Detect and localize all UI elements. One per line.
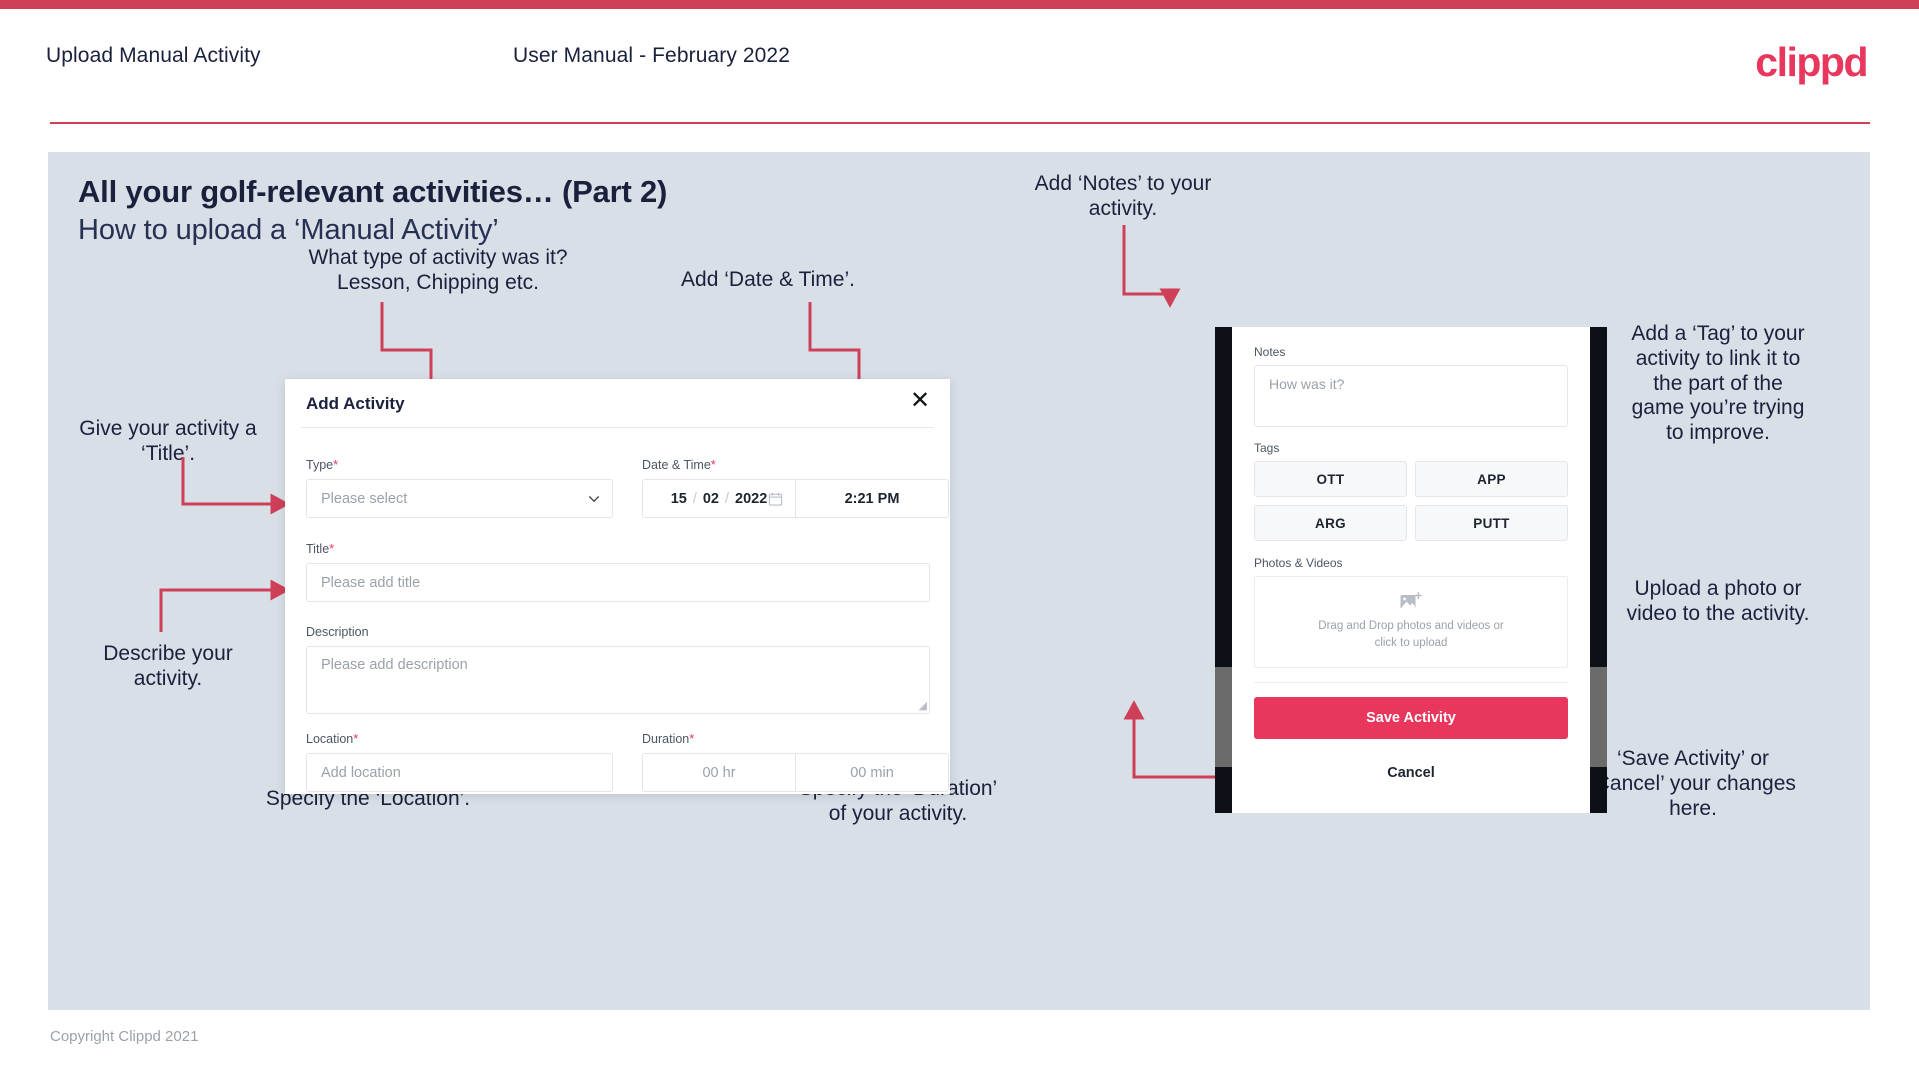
date-sep-2: /: [725, 490, 730, 507]
date-input[interactable]: 15 / 02 / 2022: [642, 479, 795, 518]
annotation-tag: Add a ‘Tag’ to your activity to link it …: [1631, 322, 1805, 445]
date-year: 2022: [735, 490, 768, 507]
label-type: Type*: [306, 457, 339, 472]
annotation-datetime: Add ‘Date & Time’.: [681, 268, 855, 291]
tag-app[interactable]: APP: [1415, 461, 1568, 497]
slide-canvas: All your golf-relevant activities… (Part…: [48, 152, 1870, 1010]
slide-title: All your golf-relevant activities… (Part…: [78, 174, 668, 209]
field-duration: Duration* 00 hr 00 min: [642, 731, 949, 792]
footer-copyright: Copyright Clippd 2021: [50, 1028, 199, 1045]
label-title: Title*: [306, 541, 335, 556]
row-title: Title* Please add title: [306, 541, 930, 602]
description-placeholder: Please add description: [321, 657, 468, 673]
calendar-icon[interactable]: [768, 491, 783, 506]
phone-notes-label: Notes: [1254, 345, 1286, 359]
annotation-notes: Add ‘Notes’ to your activity.: [1034, 172, 1212, 220]
field-location: Location* Add location: [306, 731, 613, 792]
phone-tags-label: Tags: [1254, 441, 1280, 455]
duration-group: 00 hr 00 min: [642, 753, 949, 792]
phone-screen: Notes How was it? Tags OTT APP ARG PUTT …: [1232, 327, 1590, 813]
phone-upload-dropzone[interactable]: Drag and Drop photos and videos or click…: [1254, 576, 1568, 668]
label-description: Description: [306, 625, 369, 639]
annotation-type: What type of activity was it? Lesson, Ch…: [308, 246, 568, 294]
row-description: Description Please add description ◢: [306, 625, 930, 714]
label-datetime: Date & Time*: [642, 457, 716, 472]
phone-divider: [1254, 682, 1568, 683]
type-select[interactable]: Please select: [306, 479, 613, 518]
annotation-upload: Upload a photo or video to the activity.: [1626, 577, 1810, 625]
date-sep-1: /: [692, 490, 697, 507]
cancel-button[interactable]: Cancel: [1254, 765, 1568, 781]
phone-right-edge: [1590, 327, 1607, 813]
chevron-down-icon: [588, 495, 600, 502]
add-activity-modal: Add Activity ✕ Type* Please select Date …: [285, 379, 950, 794]
row-location-duration: Location* Add location Duration* 00 hr 0…: [306, 731, 949, 792]
phone-left-edge: [1215, 327, 1232, 813]
tag-ott[interactable]: OTT: [1254, 461, 1407, 497]
phone-notes-input[interactable]: How was it?: [1254, 365, 1568, 427]
phone-mockup: Notes How was it? Tags OTT APP ARG PUTT …: [1215, 327, 1607, 813]
tag-putt[interactable]: PUTT: [1415, 505, 1568, 541]
header-divider: [50, 122, 1870, 124]
description-textarea[interactable]: Please add description ◢: [306, 646, 930, 714]
phone-right-edge-highlight: [1590, 667, 1607, 767]
row-type-datetime: Type* Please select Date & Time* 15 / 02…: [306, 457, 949, 518]
resize-grip-icon[interactable]: ◢: [919, 701, 927, 712]
annotation-description: Describe your activity.: [103, 642, 233, 690]
type-select-value: Please select: [306, 479, 613, 518]
close-icon[interactable]: ✕: [906, 387, 934, 415]
phone-upload-text: Drag and Drop photos and videos or click…: [1318, 620, 1504, 649]
tag-arg[interactable]: ARG: [1254, 505, 1407, 541]
modal-header: Add Activity ✕: [285, 379, 950, 427]
brand-top-bar: [0, 0, 1919, 9]
label-location: Location*: [306, 731, 359, 746]
slide-page: Upload Manual Activity User Manual - Feb…: [0, 0, 1919, 1079]
location-input[interactable]: Add location: [306, 753, 613, 792]
header-subtitle: User Manual - February 2022: [513, 44, 790, 67]
phone-tags-grid: OTT APP ARG PUTT: [1254, 461, 1568, 541]
phone-left-edge-highlight: [1215, 667, 1232, 767]
duration-hours-input[interactable]: 00 hr: [642, 753, 795, 792]
duration-minutes-input[interactable]: 00 min: [795, 753, 949, 792]
time-input[interactable]: 2:21 PM: [795, 479, 949, 518]
phone-photos-label: Photos & Videos: [1254, 556, 1343, 570]
modal-title: Add Activity: [306, 394, 405, 413]
save-activity-button[interactable]: Save Activity: [1254, 697, 1568, 739]
date-month: 02: [702, 490, 719, 507]
header-title: Upload Manual Activity: [46, 44, 261, 67]
slide-subtitle: How to upload a ‘Manual Activity’: [78, 214, 499, 246]
annotation-title: Give your activity a ‘Title’.: [79, 417, 257, 465]
modal-divider: [301, 427, 934, 428]
label-duration: Duration*: [642, 731, 695, 746]
add-image-icon: [1400, 592, 1422, 609]
datetime-group: 15 / 02 / 2022 2:21 PM: [642, 479, 949, 518]
field-type: Type* Please select: [306, 457, 613, 518]
title-input[interactable]: Please add title: [306, 563, 930, 602]
field-datetime: Date & Time* 15 / 02 / 2022 2:21 PM: [642, 457, 949, 518]
clippd-logo: clippd: [1755, 39, 1868, 85]
date-day: 15: [670, 490, 687, 507]
